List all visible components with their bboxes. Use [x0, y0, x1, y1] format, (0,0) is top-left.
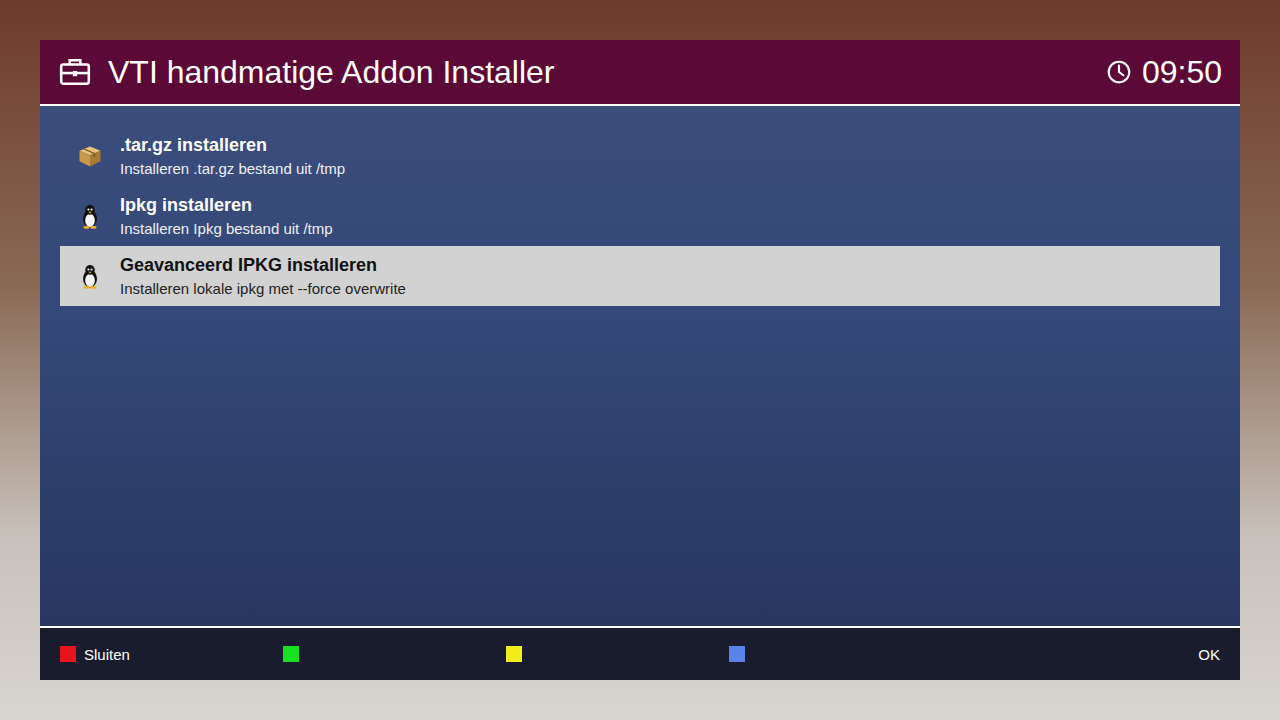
- color-button-label: Sluiten: [84, 646, 130, 663]
- clock: 09:50: [1106, 54, 1222, 91]
- penguin-icon: [76, 262, 104, 290]
- header-bar: VTI handmatige Addon Installer 09:50: [40, 40, 1240, 106]
- menu-item-description: Installeren .tar.gz bestand uit /tmp: [120, 160, 345, 177]
- color-key-icon: [283, 646, 299, 662]
- color-button[interactable]: Sluiten: [60, 646, 283, 663]
- tv-screen: VTI handmatige Addon Installer 09:50 .tar.…: [0, 0, 1280, 720]
- menu-item[interactable]: Geavanceerd IPKG installeren Installeren …: [60, 246, 1220, 306]
- ok-button[interactable]: OK: [1198, 646, 1220, 663]
- color-key-icon: [60, 646, 76, 662]
- clock-time: 09:50: [1142, 54, 1222, 91]
- color-button[interactable]: [729, 646, 952, 663]
- color-button[interactable]: [506, 646, 729, 663]
- package-icon: [76, 142, 104, 170]
- window-title: VTI handmatige Addon Installer: [108, 54, 1090, 91]
- menu-item-description: Installeren Ipkg bestand uit /tmp: [120, 220, 333, 237]
- clock-icon: [1106, 59, 1132, 85]
- button-bar: Sluiten OK: [40, 626, 1240, 680]
- menu-item-title: Geavanceerd IPKG installeren: [120, 255, 406, 276]
- briefcase-icon: [58, 55, 92, 89]
- menu-item-description: Installeren lokale ipkg met --force over…: [120, 280, 406, 297]
- color-button[interactable]: [283, 646, 506, 663]
- color-key-icon: [506, 646, 522, 662]
- menu-list: .tar.gz installeren Installeren .tar.gz b…: [40, 106, 1240, 626]
- addon-installer-window: VTI handmatige Addon Installer 09:50 .tar.…: [40, 40, 1240, 680]
- menu-item[interactable]: .tar.gz installeren Installeren .tar.gz b…: [60, 126, 1220, 186]
- penguin-icon: [76, 202, 104, 230]
- color-key-icon: [729, 646, 745, 662]
- menu-item-title: .tar.gz installeren: [120, 135, 345, 156]
- menu-item-title: Ipkg installeren: [120, 195, 333, 216]
- menu-item[interactable]: Ipkg installeren Installeren Ipkg bestand…: [60, 186, 1220, 246]
